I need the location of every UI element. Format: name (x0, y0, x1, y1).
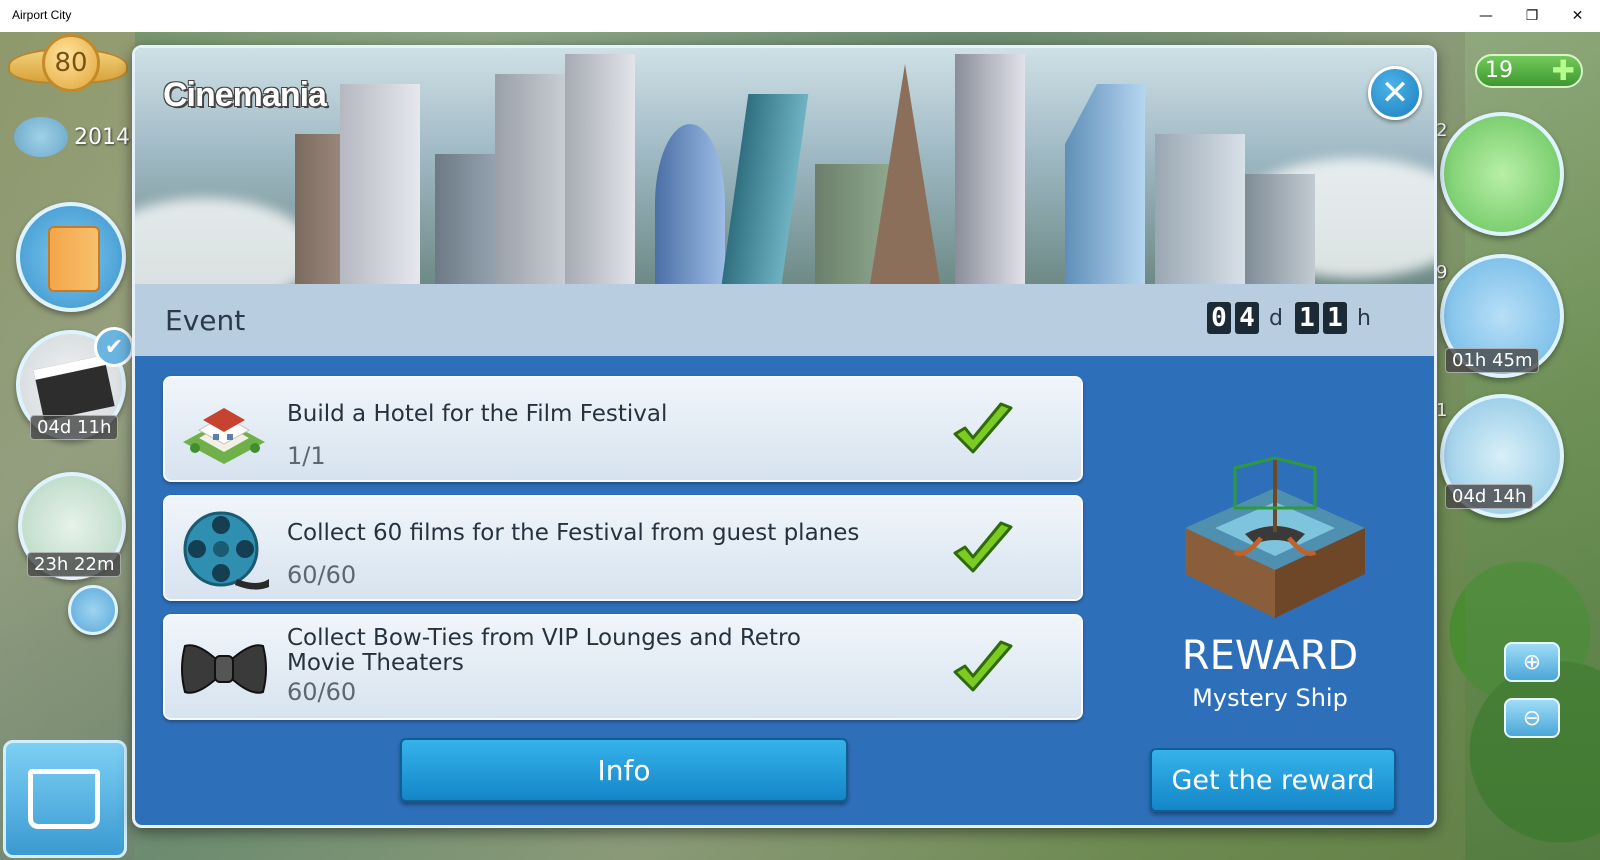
bow-tie-icon (181, 644, 267, 694)
notebook-button[interactable] (16, 202, 126, 312)
city-banner: Cinemania ✕ (135, 48, 1434, 284)
close-window-button[interactable]: ✕ (1555, 0, 1600, 32)
countdown-day-digit: 0 (1207, 302, 1231, 334)
minimize-button[interactable]: — (1463, 0, 1509, 32)
gauge-timer: 04d 14h (1445, 484, 1534, 509)
task-progress: 60/60 (287, 678, 357, 706)
event-timer: 04d 11h (30, 415, 119, 440)
coins-value: 19 (1485, 58, 1513, 83)
zoom-in-button[interactable]: ⊕ (1504, 642, 1560, 682)
population-value: 2014 (74, 124, 130, 150)
task-title: Collect Bow-Ties from VIP Lounges and Re… (287, 625, 801, 676)
event-countdown: 0 4 d 1 1 h (1207, 302, 1379, 334)
task-item[interactable]: Collect Bow-Ties from VIP Lounges and Re… (163, 614, 1083, 720)
gauge-count: 1 (1436, 400, 1448, 421)
window-title: Airport City (12, 8, 72, 22)
event-title: Cinemania (163, 76, 327, 114)
plane-small-button[interactable] (68, 585, 118, 635)
mystery-ship-icon (1185, 456, 1365, 618)
task-title: Collect 60 films for the Festival from g… (287, 520, 860, 546)
reward-name: Mystery Ship (1192, 684, 1348, 712)
notebook-icon (48, 226, 100, 292)
close-dialog-button[interactable]: ✕ (1368, 66, 1422, 120)
hotel-icon (183, 408, 265, 464)
countdown-hours-unit: h (1356, 305, 1371, 331)
task-item[interactable]: Collect 60 films for the Festival from g… (163, 495, 1083, 601)
zoom-out-button[interactable]: ⊖ (1504, 698, 1560, 738)
countdown-days-unit: d (1269, 305, 1283, 331)
checkmark-icon (953, 402, 1013, 454)
window-titlebar: Airport City — ❐ ✕ (0, 0, 1600, 32)
clapperboard-icon (33, 355, 115, 421)
flight-timer: 01h 45m (1445, 348, 1540, 373)
garden-timer: 23h 22m (27, 552, 122, 577)
get-reward-button[interactable]: Get the reward (1150, 748, 1396, 812)
countdown-hour-digit: 1 (1294, 302, 1319, 334)
task-progress: 60/60 (287, 561, 357, 589)
left-hud: 80 2014 ✔ 04d 11h 23h 22m (0, 32, 135, 860)
level-badge[interactable]: 80 (8, 34, 128, 98)
population-icon (14, 117, 68, 157)
info-button[interactable]: Info (400, 738, 848, 802)
checkmark-icon (953, 521, 1013, 573)
event-dialog: Cinemania ✕ Event 0 4 d 1 1 h Build a Ho… (132, 45, 1437, 828)
countdown-day-digit: 4 (1235, 302, 1259, 334)
check-badge-icon: ✔ (94, 327, 134, 367)
task-item[interactable]: Build a Hotel for the Film Festival 1/1 (163, 376, 1083, 482)
flight-count: 9 (1436, 262, 1448, 283)
cart-icon (28, 769, 100, 829)
film-reel-icon (183, 511, 269, 590)
shop-button[interactable] (3, 740, 127, 858)
task-title: Build a Hotel for the Film Festival (287, 401, 668, 427)
coins-counter[interactable]: 19 ✚ (1475, 54, 1583, 88)
control-tower-button[interactable] (1440, 112, 1564, 236)
event-header-bar: Event 0 4 d 1 1 h (135, 284, 1434, 356)
checkmark-icon (953, 640, 1013, 692)
event-label: Event (165, 304, 246, 337)
task-progress: 1/1 (287, 442, 326, 470)
add-coins-icon[interactable]: ✚ (1552, 57, 1575, 85)
level-value: 80 (42, 34, 100, 92)
population-counter[interactable]: 2014 (14, 117, 130, 157)
countdown-hour-digit: 1 (1322, 302, 1347, 334)
maximize-button[interactable]: ❐ (1509, 0, 1555, 32)
radar-count: 2 (1436, 120, 1448, 141)
reward-heading: REWARD (1181, 633, 1359, 679)
